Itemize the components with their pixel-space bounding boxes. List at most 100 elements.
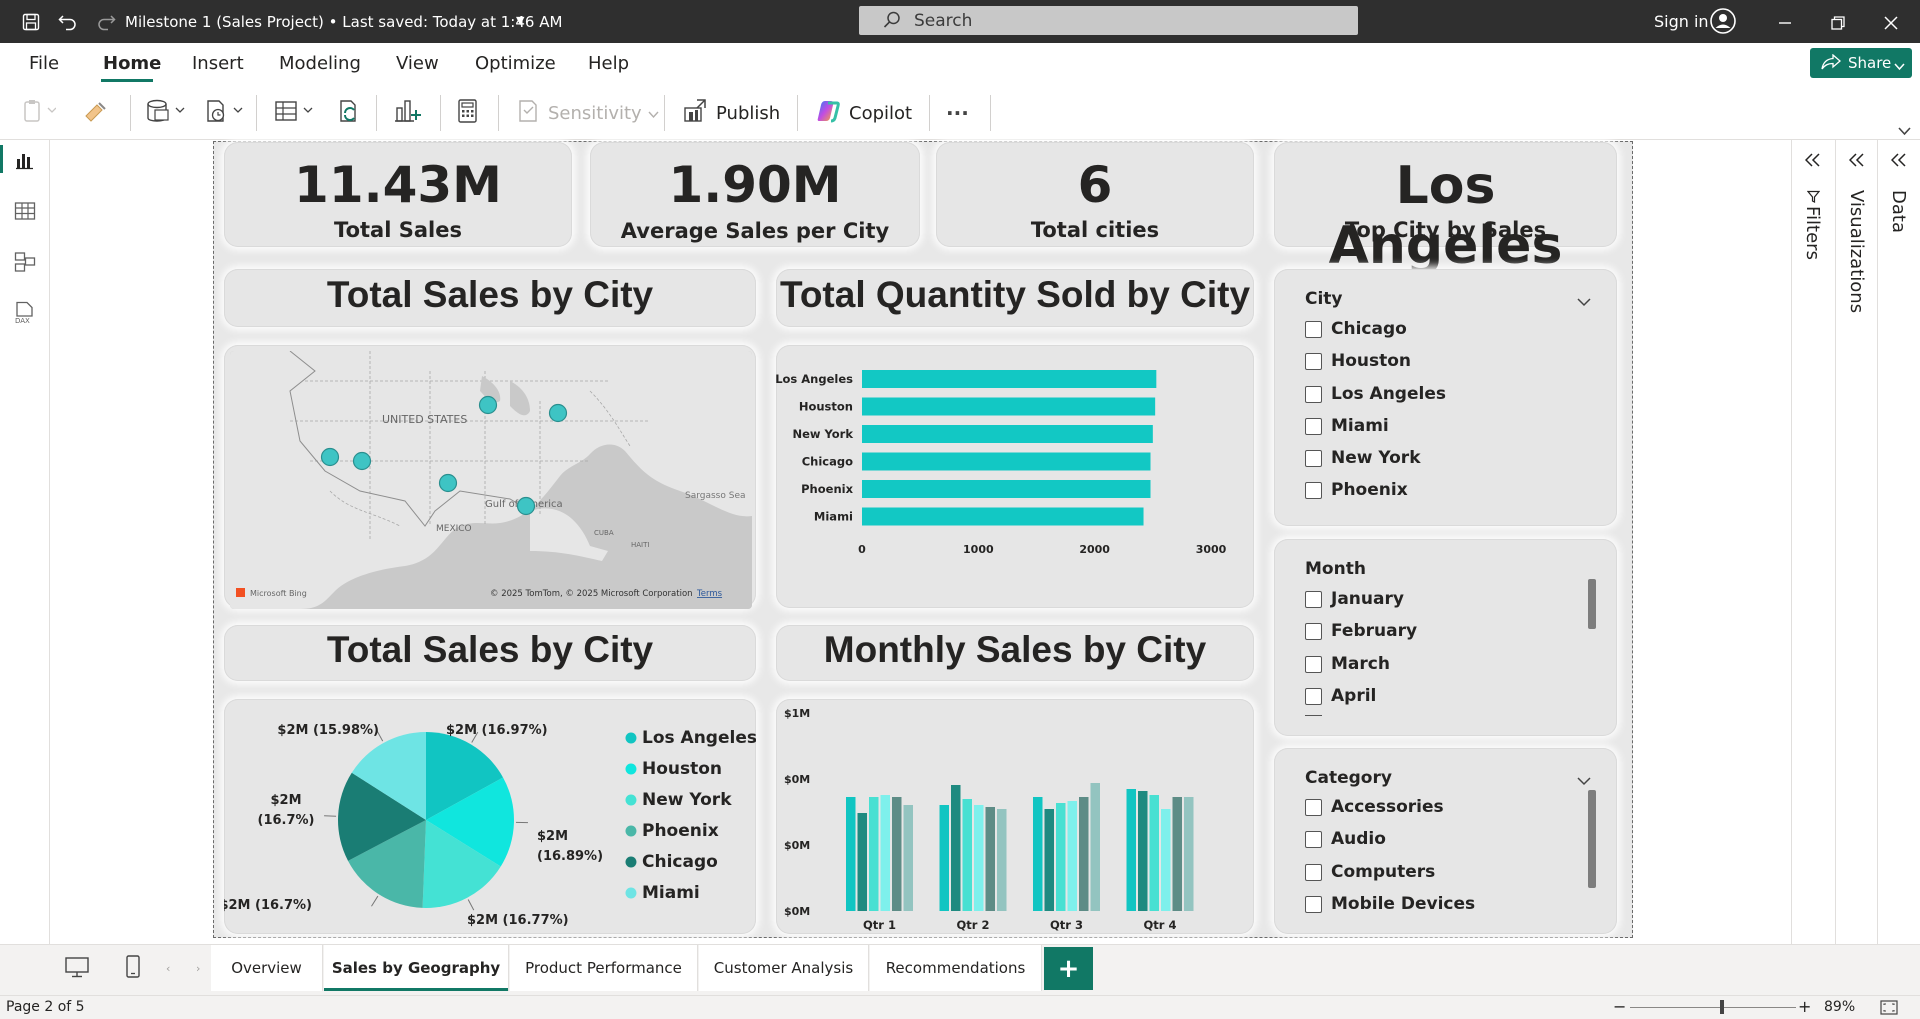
city-slicer[interactable]: City Chicago Houston Los Angeles Miami N…	[1274, 269, 1617, 526]
chevron-left-icon[interactable]: ‹	[166, 962, 170, 975]
slicer-option-january[interactable]: January	[1305, 587, 1404, 611]
menu-insert[interactable]: Insert	[192, 53, 244, 74]
slicer-option-april[interactable]: April	[1305, 684, 1376, 708]
column-mark[interactable]	[903, 805, 914, 911]
menu-home[interactable]: Home	[103, 53, 161, 74]
slicer-scrollbar[interactable]	[1588, 579, 1596, 629]
checkbox[interactable]	[1305, 352, 1322, 370]
checkbox[interactable]	[1305, 385, 1322, 403]
legend-label[interactable]: Phoenix	[642, 821, 719, 841]
map-bubble[interactable]	[320, 447, 340, 467]
menu-view[interactable]: View	[396, 53, 439, 74]
column-mark[interactable]	[997, 809, 1007, 911]
chevron-right-icon[interactable]: ›	[196, 962, 200, 975]
kpi-card-total-sales[interactable]: 11.43M Total Sales	[224, 142, 572, 247]
sign-in-link[interactable]: Sign in	[1654, 12, 1709, 31]
slicer-option-chicago[interactable]: Chicago	[1305, 317, 1407, 341]
table-view-icon[interactable]	[10, 196, 40, 226]
expand-pane-icon[interactable]	[1890, 152, 1907, 171]
legend-label[interactable]: Los Angeles	[642, 728, 757, 748]
chevron-down-icon[interactable]: ▼	[516, 14, 524, 27]
copilot-button[interactable]: Copilot	[815, 98, 912, 128]
map-canvas[interactable]: UNITED STATES Gulf of America MEXICO Sar…	[230, 351, 752, 609]
close-icon[interactable]	[1878, 10, 1904, 36]
slicer-option-phoenix[interactable]: Phoenix	[1305, 478, 1408, 502]
legend-label[interactable]: Miami	[642, 883, 700, 903]
zoom-slider-track[interactable]	[1630, 1007, 1796, 1008]
slicer-option-accessories[interactable]: Accessories	[1305, 795, 1444, 819]
menu-file[interactable]: File	[29, 53, 59, 74]
checkbox[interactable]	[1305, 830, 1322, 848]
column-mark[interactable]	[1149, 795, 1160, 911]
checkbox[interactable]	[1305, 590, 1322, 608]
kpi-card-average-sales[interactable]: 1.90M Average Sales per City	[590, 142, 920, 247]
column-mark[interactable]	[1044, 809, 1055, 911]
month-slicer[interactable]: Month January February March April	[1274, 539, 1617, 736]
column-mark[interactable]	[1172, 797, 1183, 911]
get-data-button[interactable]	[145, 98, 189, 128]
refresh-button[interactable]	[336, 98, 362, 128]
checkbox[interactable]	[1305, 655, 1322, 673]
bar-mark[interactable]	[862, 370, 1157, 388]
checkbox[interactable]	[1305, 320, 1322, 338]
new-visual-button[interactable]	[394, 98, 422, 128]
map-bubble[interactable]	[438, 473, 458, 493]
mobile-layout-icon[interactable]	[125, 954, 141, 984]
map-terms-link[interactable]: Terms	[696, 589, 723, 599]
column-mark[interactable]	[1161, 809, 1171, 911]
column-mark[interactable]	[892, 797, 902, 911]
checkbox[interactable]	[1305, 687, 1322, 705]
legend-label[interactable]: New York	[642, 790, 732, 810]
pie-chart-visual[interactable]: $2M (16.97%) $2M (16.89%) $2M (16.77%) $2M (…	[219, 699, 757, 934]
column-mark[interactable]	[974, 805, 984, 911]
slicer-option-audio[interactable]: Audio	[1305, 827, 1386, 851]
kpi-card-top-city[interactable]: Los Angeles Top City by Sales	[1274, 142, 1617, 276]
menu-help[interactable]: Help	[588, 53, 629, 74]
search-box[interactable]: Search	[859, 6, 1358, 35]
slicer-option-computers[interactable]: Computers	[1305, 860, 1435, 884]
fit-to-page-icon[interactable]	[1880, 1000, 1898, 1019]
column-mark[interactable]	[846, 797, 856, 911]
zoom-out-icon[interactable]: −	[1613, 997, 1626, 1016]
column-mark[interactable]	[939, 805, 950, 911]
tab-product-performance[interactable]: Product Performance	[510, 945, 698, 991]
kpi-card-total-cities[interactable]: 6 Total cities	[936, 142, 1254, 247]
transform-data-button[interactable]	[273, 98, 317, 128]
slicer-scrollbar[interactable]	[1588, 790, 1596, 888]
save-icon[interactable]	[18, 9, 44, 35]
checkbox[interactable]	[1305, 449, 1322, 467]
tab-customer-analysis[interactable]: Customer Analysis	[699, 945, 869, 991]
legend-label[interactable]: Houston	[642, 759, 722, 779]
undo-icon[interactable]	[55, 9, 81, 35]
tab-sales-by-geography[interactable]: Sales by Geography	[324, 945, 509, 991]
column-mark[interactable]	[1090, 783, 1101, 911]
map-bubble[interactable]	[478, 395, 498, 415]
restore-icon[interactable]	[1825, 10, 1851, 36]
slicer-option-miami[interactable]: Miami	[1305, 414, 1389, 438]
share-button[interactable]: Share	[1810, 48, 1912, 78]
column-mark[interactable]	[869, 797, 879, 911]
map-bubble[interactable]	[352, 451, 372, 471]
publish-button[interactable]: Publish	[682, 98, 780, 128]
column-mark[interactable]	[1056, 803, 1066, 911]
paste-button[interactable]	[22, 98, 57, 128]
column-mark[interactable]	[985, 807, 996, 911]
map-visual[interactable]: UNITED STATES Gulf of America MEXICO Sar…	[224, 345, 756, 609]
account-icon[interactable]	[1710, 8, 1736, 34]
bar-mark[interactable]	[862, 480, 1151, 498]
column-mark[interactable]	[1184, 797, 1194, 911]
more-options-button[interactable]: ···	[946, 98, 969, 128]
visualizations-pane[interactable]: Visualizations	[1835, 140, 1879, 944]
tab-overview[interactable]: Overview	[211, 945, 323, 991]
column-mark[interactable]	[1079, 797, 1089, 911]
column-mark[interactable]	[1033, 797, 1043, 911]
zoom-in-icon[interactable]: +	[1798, 997, 1811, 1016]
sensitivity-button[interactable]: Sensitivity	[516, 98, 659, 128]
column-mark[interactable]	[1067, 801, 1078, 911]
data-pane[interactable]: Data	[1877, 140, 1920, 944]
checkbox[interactable]	[1305, 895, 1322, 913]
slicer-option-los-angeles[interactable]: Los Angeles	[1305, 382, 1446, 406]
expand-pane-icon[interactable]	[1848, 152, 1865, 171]
category-slicer[interactable]: Category Accessories Audio Computers Mob…	[1274, 748, 1617, 934]
minimize-icon[interactable]	[1772, 10, 1798, 36]
